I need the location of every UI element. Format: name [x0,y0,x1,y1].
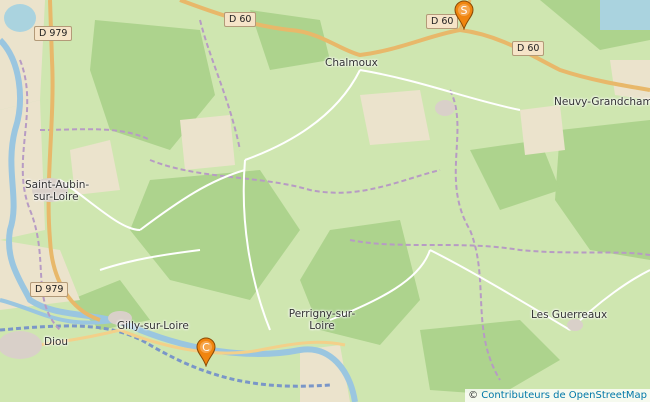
end-marker[interactable]: C [196,337,216,367]
osm-attribution-link[interactable]: Contributeurs de OpenStreetMap [481,390,647,401]
road-shield-d979: D 979 [34,26,73,41]
place-label-diou: Diou [44,336,69,348]
road-shield-d979: D 979 [30,282,69,297]
place-label-line: Loire [309,320,335,332]
place-label-perrigny-sur-loire: Perrigny-sur- Loire [288,308,356,332]
map-pin-icon: C [196,337,216,367]
copyright-symbol: © [468,390,479,401]
place-label-line: sur-Loire [33,191,79,203]
map-attribution: © Contributeurs de OpenStreetMap [465,389,650,402]
place-label-saint-aubin: Saint-Aubin- sur-Loire [25,179,90,203]
place-label-neuvy-grandchamp: Neuvy-Grandchamp [554,96,650,108]
start-marker-letter: S [461,4,468,17]
end-marker-letter: C [202,341,210,354]
place-label-les-guerreaux: Les Guerreaux [531,309,608,321]
place-label-line: Perrigny-sur- [288,308,356,320]
start-marker[interactable]: S [454,0,474,30]
place-label-line: Saint-Aubin- [25,179,90,191]
place-label-gilly-sur-loire: Gilly-sur-Loire [117,320,189,332]
place-label-chalmoux: Chalmoux [325,57,378,69]
map-pin-icon: S [454,0,474,30]
road-shield-d60: D 60 [224,12,257,27]
road-shield-d60: D 60 [512,41,545,56]
map-view[interactable]: D 60 D 60 D 60 D 979 D 979 Chalmoux Neuv… [0,0,650,402]
